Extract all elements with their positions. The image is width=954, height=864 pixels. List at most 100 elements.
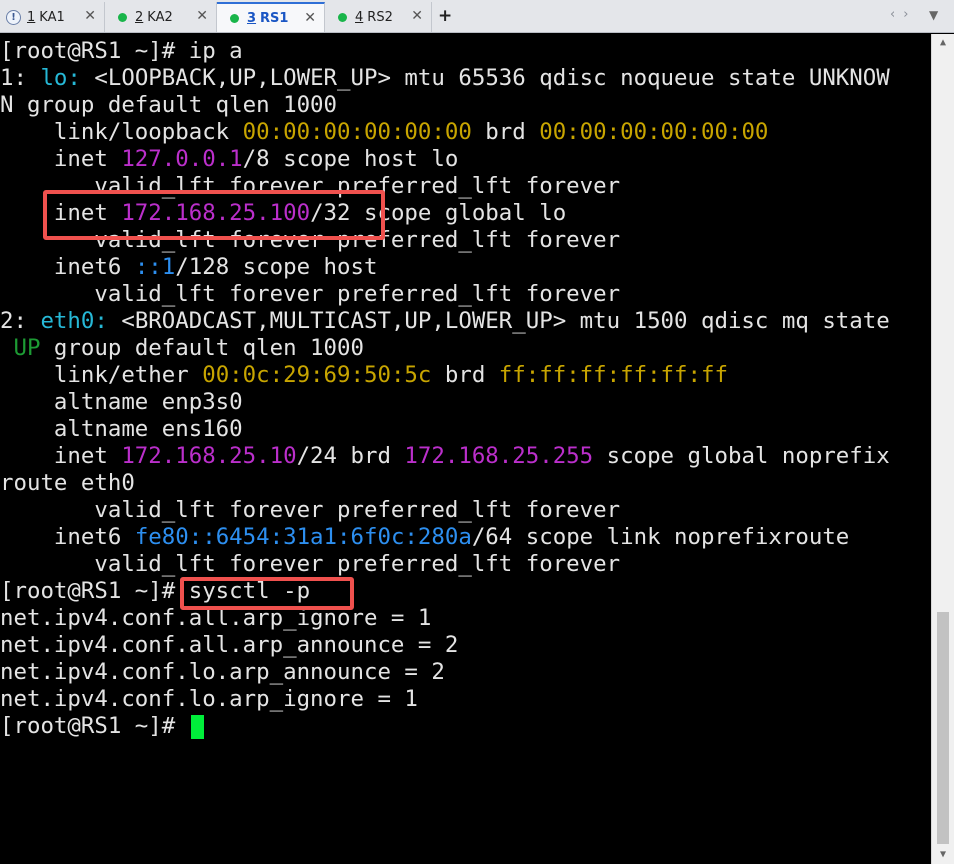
close-icon[interactable]: ✕	[84, 8, 96, 24]
terminal-line: inet6 fe80::6454:31a1:6f0c:280a/64 scope…	[0, 524, 849, 551]
terminal-line: inet 172.168.25.10/24 brd 172.168.25.255…	[0, 443, 890, 470]
tab-label: KA1	[39, 9, 65, 25]
tab-rs2[interactable]: 4 RS2 ✕	[325, 2, 432, 32]
terminal-text: 127.0.0.1	[121, 146, 243, 172]
terminal-text: valid_lft forever preferred_lft forever	[0, 227, 621, 253]
terminal-text: scope global noprefix	[593, 443, 890, 469]
info-circle-icon: !	[6, 9, 21, 25]
terminal-text: ff:ff:ff:ff:ff:ff	[498, 362, 728, 388]
terminal-text: /128 scope host	[175, 254, 378, 280]
tab-label: RS2	[367, 9, 393, 25]
terminal-line: valid_lft forever preferred_lft forever	[0, 173, 620, 200]
terminal-text: <BROADCAST,MULTICAST,UP,LOWER_UP> mtu 15…	[107, 308, 890, 334]
terminal-line: [root@RS1 ~]# ip a	[0, 38, 243, 65]
terminal-text: valid_lft forever preferred_lft forever	[0, 497, 621, 523]
terminal-text: 172.168.25.10	[121, 443, 297, 469]
terminal-line: net.ipv4.conf.lo.arp_announce = 2	[0, 659, 445, 686]
terminal-line: 1: lo: <LOOPBACK,UP,LOWER_UP> mtu 65536 …	[0, 65, 890, 92]
terminal-line: inet 172.168.25.100/32 scope global lo	[0, 200, 566, 227]
tab-number: 2	[135, 9, 144, 25]
chevron-left-icon[interactable]: ‹	[890, 7, 903, 22]
tab-ka2[interactable]: 2 KA2 ✕	[105, 2, 217, 32]
terminal-line: valid_lft forever preferred_lft forever	[0, 281, 620, 308]
green-dot-icon	[230, 13, 239, 23]
terminal-text: inet	[0, 200, 122, 226]
close-icon[interactable]: ✕	[411, 8, 423, 24]
terminal-text: valid_lft forever preferred_lft forever	[0, 281, 621, 307]
terminal-text: /64 scope link noprefixroute	[471, 524, 850, 550]
terminal-line: altname ens160	[0, 416, 243, 443]
terminal-line: route eth0	[0, 470, 135, 497]
green-dot-icon	[338, 12, 347, 22]
terminal-text: inet	[0, 443, 122, 469]
tab-label: RS1	[260, 10, 289, 26]
terminal-text: net.ipv4.conf.lo.arp_announce = 2	[0, 659, 445, 685]
terminal-text: altname enp3s0	[0, 389, 243, 415]
terminal-text: 00:0c:29:69:50:5c	[202, 362, 432, 388]
terminal-text: brd	[431, 362, 499, 388]
terminal-line: inet6 ::1/128 scope host	[0, 254, 378, 281]
terminal-text: 1:	[0, 65, 41, 91]
terminal-line: valid_lft forever preferred_lft forever	[0, 227, 620, 254]
terminal-text: /8 scope host lo	[242, 146, 459, 172]
tab-scroll-arrows[interactable]: ‹›	[890, 7, 916, 22]
tab-number: 1	[27, 9, 36, 25]
terminal-line: altname enp3s0	[0, 389, 243, 416]
terminal-text: inet6	[0, 254, 135, 280]
terminal-text: valid_lft forever preferred_lft forever	[0, 551, 621, 577]
terminal-line: net.ipv4.conf.lo.arp_ignore = 1	[0, 686, 418, 713]
terminal-text: brd	[471, 119, 540, 145]
terminal-line: valid_lft forever preferred_lft forever	[0, 497, 620, 524]
tab-rs1[interactable]: 3 RS1 ✕	[217, 2, 325, 32]
terminal-line: link/ether 00:0c:29:69:50:5c brd ff:ff:f…	[0, 362, 728, 389]
terminal-text: inet	[0, 146, 122, 172]
terminal-line: N group default qlen 1000	[0, 92, 337, 119]
scrollbar-thumb[interactable]	[937, 612, 949, 844]
terminal-line: 2: eth0: <BROADCAST,MULTICAST,UP,LOWER_U…	[0, 308, 890, 335]
scroll-down-icon[interactable]: ▼	[932, 846, 954, 864]
terminal-line: net.ipv4.conf.all.arp_ignore = 1	[0, 605, 431, 632]
terminal-line: net.ipv4.conf.all.arp_announce = 2	[0, 632, 458, 659]
close-icon[interactable]: ✕	[304, 10, 316, 26]
terminal-line: valid_lft forever preferred_lft forever	[0, 551, 620, 578]
tab-ka1[interactable]: ! 1 KA1 ✕	[0, 2, 105, 32]
terminal-text: [root@RS1 ~]# ip a	[0, 38, 243, 64]
scroll-up-icon[interactable]: ▲	[932, 34, 954, 52]
terminal-text: eth0:	[40, 308, 108, 334]
terminal-line: [root@RS1 ~]# sysctl -p	[0, 578, 310, 605]
tab-number: 3	[247, 10, 257, 26]
terminal-text: altname ens160	[0, 416, 243, 442]
terminal-text: 00:00:00:00:00:00	[242, 119, 472, 145]
terminal-cursor	[190, 714, 204, 739]
terminal-line: inet 127.0.0.1/8 scope host lo	[0, 146, 458, 173]
terminal-text: N group default qlen 1000	[0, 92, 338, 118]
vertical-scrollbar[interactable]: ▲ ▼	[931, 34, 954, 864]
terminal-output[interactable]: [root@RS1 ~]# ip a 1: lo: <LOOPBACK,UP,LO…	[0, 34, 931, 864]
terminal-line: [root@RS1 ~]#	[0, 713, 204, 740]
green-dot-icon	[118, 12, 127, 22]
terminal-line: UP group default qlen 1000	[0, 335, 364, 362]
terminal-text: [root@RS1 ~]#	[0, 713, 189, 739]
terminal-text: 00:00:00:00:00:00	[539, 119, 769, 145]
close-icon[interactable]: ✕	[196, 8, 208, 24]
terminal-text: net.ipv4.conf.all.arp_announce = 2	[0, 632, 459, 658]
tab-menu-icon[interactable]: ▼	[929, 8, 938, 22]
terminal-text: UP	[13, 335, 41, 361]
chevron-right-icon[interactable]: ›	[903, 7, 916, 22]
terminal-text: net.ipv4.conf.lo.arp_ignore = 1	[0, 686, 418, 712]
terminal-text: link/ether	[0, 362, 203, 388]
terminal-text: <LOOPBACK,UP,LOWER_UP> mtu 65536 qdisc n…	[80, 65, 890, 91]
terminal-text: [root@RS1 ~]# sysctl -p	[0, 578, 311, 604]
terminal-text: link/loopback	[0, 119, 243, 145]
terminal-text: valid_lft forever preferred_lft forever	[0, 173, 621, 199]
terminal-text: inet6	[0, 524, 135, 550]
terminal-text: fe80::6454:31a1:6f0c:280a	[134, 524, 472, 550]
terminal-text: 172.168.25.100	[121, 200, 311, 226]
tab-number: 4	[355, 9, 364, 25]
terminal-text: net.ipv4.conf.all.arp_ignore = 1	[0, 605, 432, 631]
add-tab-button[interactable]: +	[438, 6, 452, 26]
terminal-text: /24 brd	[296, 443, 405, 469]
terminal-text: ::1	[134, 254, 176, 280]
terminal-text: 2:	[0, 308, 41, 334]
